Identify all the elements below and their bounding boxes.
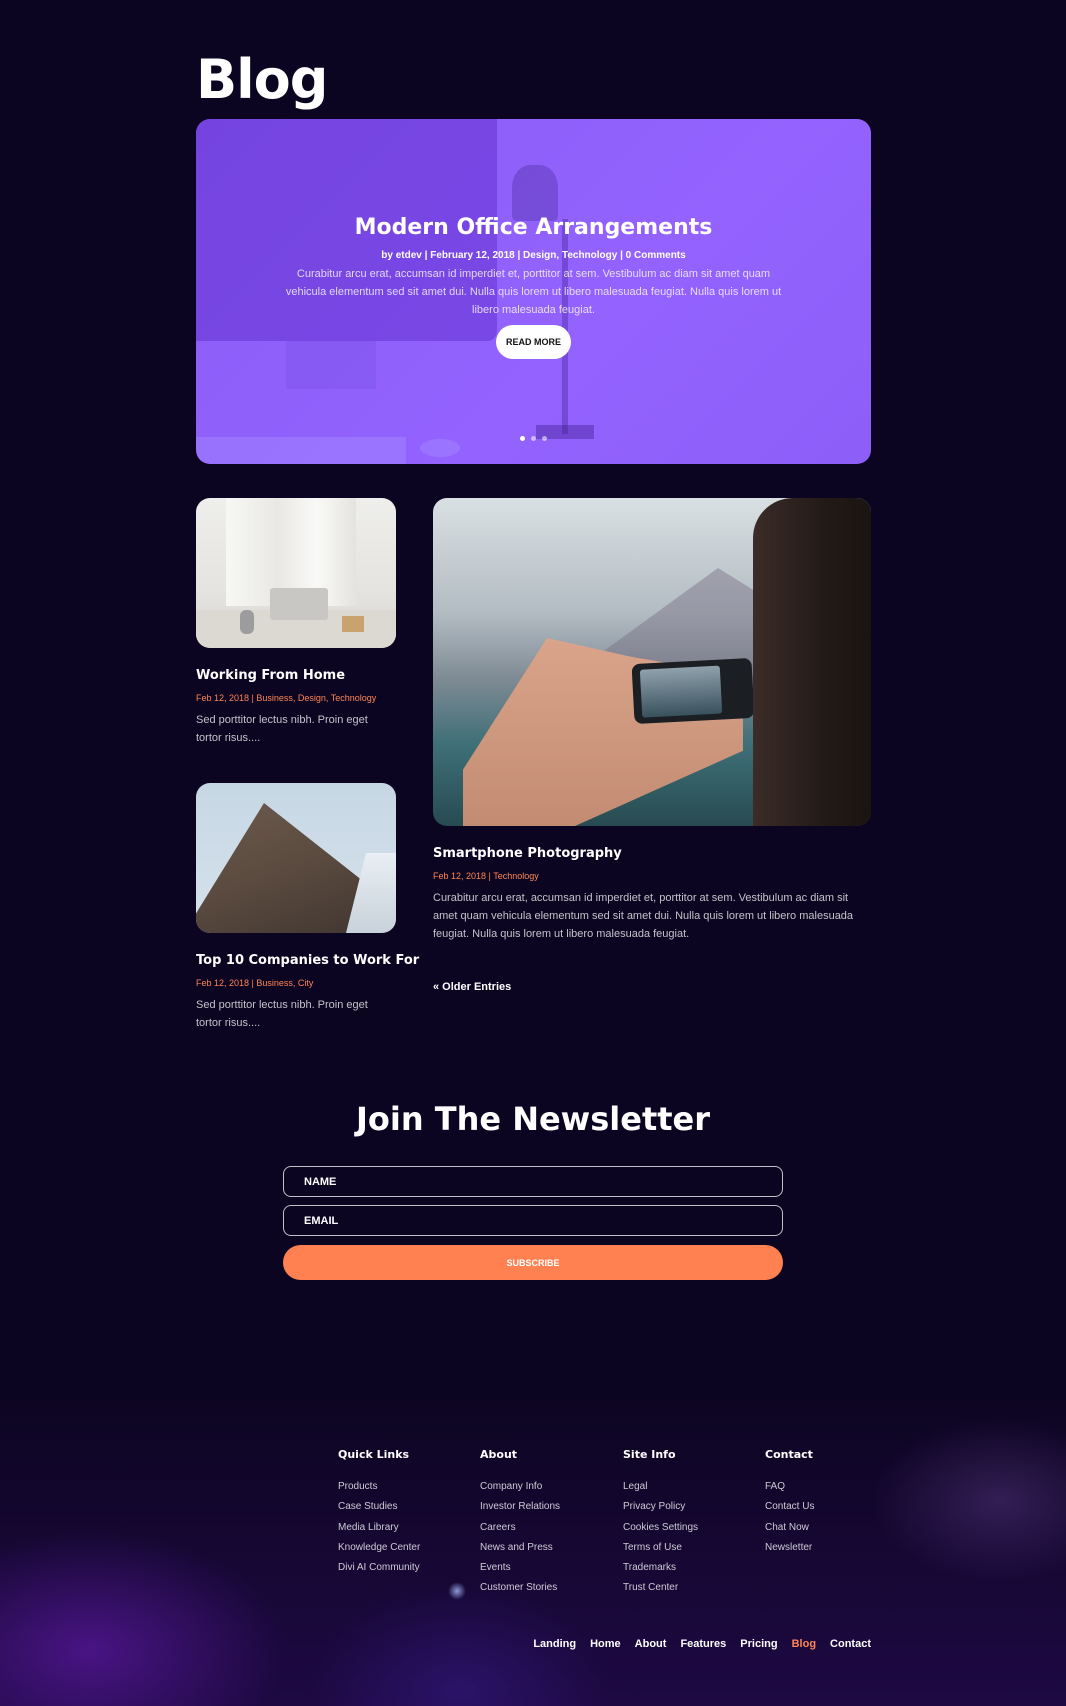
footer-heading: About xyxy=(480,1448,518,1461)
hero-content: Modern Office Arrangements by etdev | Fe… xyxy=(196,215,871,359)
footer-link[interactable]: Chat Now xyxy=(765,1518,814,1538)
footer-glow-decoration xyxy=(448,1582,466,1600)
hero-post-meta: by etdev | February 12, 2018 | Design, T… xyxy=(381,250,686,261)
footer-link[interactable]: Media Library xyxy=(338,1518,420,1538)
subscribe-button[interactable]: SUBSCRIBE xyxy=(283,1245,783,1280)
post-meta[interactable]: Feb 12, 2018 | Business, Design, Technol… xyxy=(196,693,376,703)
read-more-button[interactable]: READ MORE xyxy=(495,325,571,359)
hero-image-mouse xyxy=(420,439,460,457)
post-image-smartphone-photography[interactable] xyxy=(433,498,871,826)
footer-link[interactable]: Legal xyxy=(623,1477,698,1497)
image-vase xyxy=(240,610,254,634)
post-excerpt: Sed porttitor lectus nibh. Proin eget to… xyxy=(196,999,368,1029)
footer-heading: Site Info xyxy=(623,1448,676,1461)
footer-link[interactable]: Company Info xyxy=(480,1477,560,1497)
hero-image-lamp xyxy=(512,165,558,221)
page-title: Blog xyxy=(196,48,328,111)
slider-pagination xyxy=(196,436,871,441)
post-title[interactable]: Smartphone Photography xyxy=(433,846,622,861)
footer-link[interactable]: Events xyxy=(480,1558,560,1578)
footer-column-site-info: Site Info Legal Privacy Policy Cookies S… xyxy=(623,1448,698,1599)
image-box xyxy=(342,616,364,632)
email-input[interactable] xyxy=(283,1205,783,1236)
nav-link-contact[interactable]: Contact xyxy=(830,1638,871,1650)
featured-post-slider: Modern Office Arrangements by etdev | Fe… xyxy=(196,119,871,464)
footer-column-quick-links: Quick Links Products Case Studies Media … xyxy=(338,1448,420,1578)
footer-link[interactable]: News and Press xyxy=(480,1538,560,1558)
footer-link[interactable]: FAQ xyxy=(765,1477,814,1497)
footer-link[interactable]: Products xyxy=(338,1477,420,1497)
post-title[interactable]: Top 10 Companies to Work For xyxy=(196,953,419,968)
footer-link[interactable]: Cookies Settings xyxy=(623,1518,698,1538)
newsletter-title: Join The Newsletter xyxy=(355,1100,711,1138)
footer-link[interactable]: Knowledge Center xyxy=(338,1538,420,1558)
nav-link-home[interactable]: Home xyxy=(590,1638,621,1650)
nav-link-landing[interactable]: Landing xyxy=(533,1638,576,1650)
post-title[interactable]: Working From Home xyxy=(196,668,345,683)
post-image-working-from-home[interactable] xyxy=(196,498,396,648)
footer-navigation: Landing Home About Features Pricing Blog… xyxy=(533,1638,871,1650)
image-phone xyxy=(631,657,755,725)
older-entries-link[interactable]: « Older Entries xyxy=(433,981,511,993)
nav-link-features[interactable]: Features xyxy=(680,1638,726,1650)
footer-link[interactable]: Divi AI Community xyxy=(338,1558,420,1578)
post-meta[interactable]: Feb 12, 2018 | Technology xyxy=(433,871,539,881)
post-excerpt: Curabitur arcu erat, accumsan id imperdi… xyxy=(433,892,854,940)
slider-dot-2[interactable] xyxy=(531,436,536,441)
footer-link[interactable]: Privacy Policy xyxy=(623,1497,698,1517)
post-excerpt: Sed porttitor lectus nibh. Proin eget to… xyxy=(196,714,368,744)
footer-heading: Quick Links xyxy=(338,1448,410,1461)
name-input[interactable] xyxy=(283,1166,783,1197)
footer-link[interactable]: Investor Relations xyxy=(480,1497,560,1517)
footer-link[interactable]: Newsletter xyxy=(765,1538,814,1558)
footer-column-contact: Contact FAQ Contact Us Chat Now Newslett… xyxy=(765,1448,814,1558)
image-phone-screen xyxy=(639,665,723,718)
nav-link-about[interactable]: About xyxy=(635,1638,667,1650)
footer-link[interactable]: Customer Stories xyxy=(480,1578,560,1598)
hero-image-keyboard xyxy=(196,437,406,464)
footer-link[interactable]: Case Studies xyxy=(338,1497,420,1517)
footer-link[interactable]: Careers xyxy=(480,1518,560,1538)
hero-post-excerpt: Curabitur arcu erat, accumsan id imperdi… xyxy=(285,268,782,316)
image-laptop xyxy=(270,588,328,620)
footer-column-about: About Company Info Investor Relations Ca… xyxy=(480,1448,560,1599)
slider-dot-1[interactable] xyxy=(520,436,525,441)
post-meta[interactable]: Feb 12, 2018 | Business, City xyxy=(196,978,313,988)
footer-link[interactable]: Trust Center xyxy=(623,1578,698,1598)
footer-link[interactable]: Contact Us xyxy=(765,1497,814,1517)
footer-link[interactable]: Terms of Use xyxy=(623,1538,698,1558)
image-head xyxy=(753,498,871,826)
footer-heading: Contact xyxy=(765,1448,813,1461)
footer-link[interactable]: Trademarks xyxy=(623,1558,698,1578)
slider-dot-3[interactable] xyxy=(542,436,547,441)
nav-link-pricing[interactable]: Pricing xyxy=(740,1638,777,1650)
nav-link-blog[interactable]: Blog xyxy=(792,1638,816,1650)
post-image-top-10-companies[interactable] xyxy=(196,783,396,933)
hero-post-title[interactable]: Modern Office Arrangements xyxy=(196,215,871,240)
